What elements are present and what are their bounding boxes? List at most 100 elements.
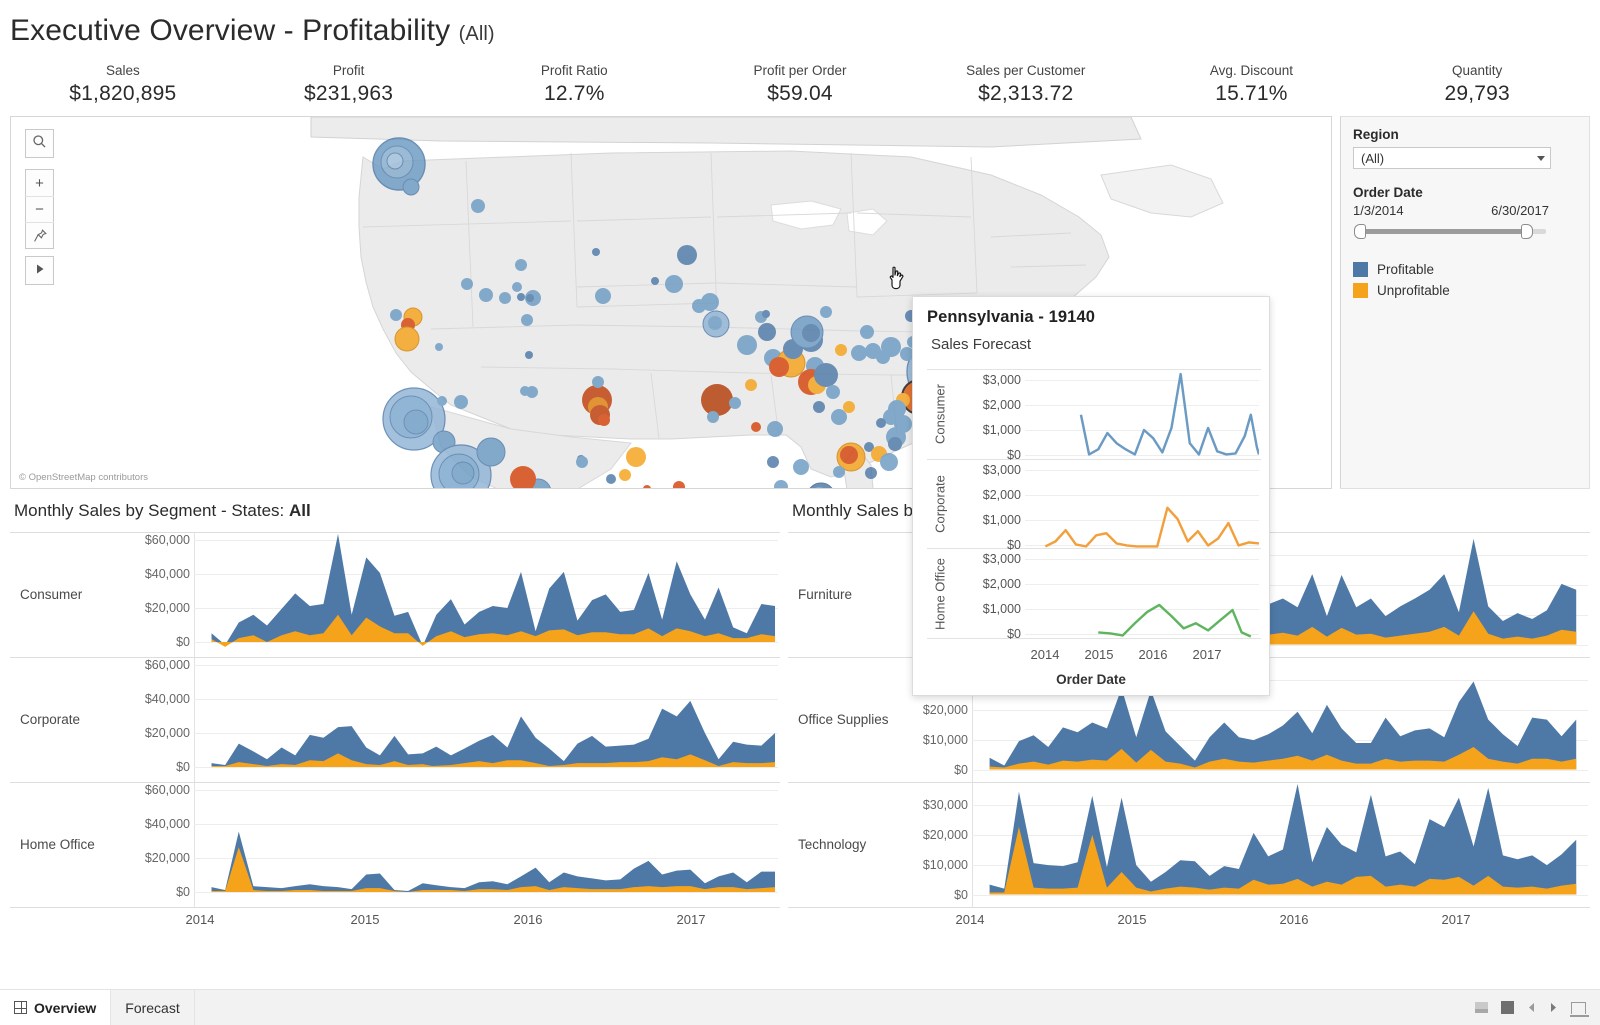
y-tick: $60,000: [144, 657, 190, 672]
tooltip-row-label-wrap: Corporate: [927, 460, 953, 549]
legend-label: Unprofitable: [1377, 283, 1450, 298]
slider-handle-end[interactable]: [1521, 224, 1533, 239]
region-filter-select[interactable]: (All): [1353, 147, 1551, 169]
x-tick: 2016: [1138, 647, 1168, 662]
y-tick: $1,000: [982, 512, 1021, 527]
kpi-profit-per-order: Profit per Order $59.04: [687, 62, 913, 114]
sheet-icon[interactable]: [1501, 1001, 1514, 1014]
zoom-in-button[interactable]: +: [25, 170, 54, 196]
plot-area[interactable]: $60,000 $40,000 $20,000 $0: [130, 782, 780, 907]
pin-icon[interactable]: [25, 222, 54, 248]
y-tick: $2,000: [982, 487, 1021, 502]
row-label: Home Office: [20, 836, 95, 852]
y-tick: $0: [176, 884, 190, 899]
plot-area[interactable]: $60,000 $40,000 $20,000 $0: [130, 533, 780, 657]
presentation-icon[interactable]: [1570, 1001, 1589, 1017]
y-tick: $40,000: [144, 691, 190, 706]
kpi-profit-ratio: Profit Ratio 12.7%: [461, 62, 687, 114]
kpi-label: Avg. Discount: [1209, 63, 1293, 78]
tooltip-row-label: Home Office: [932, 557, 948, 630]
legend-item-unprofitable[interactable]: Unprofitable: [1353, 280, 1577, 301]
chart-row-home-office: Home Office $60,000 $40,000 $20,000 $0: [10, 782, 780, 908]
map-zoom-controls[interactable]: + −: [25, 169, 54, 249]
row-label: Office Supplies: [798, 711, 889, 727]
page-title-main: Executive Overview - Profitability: [10, 14, 451, 47]
kpi-label: Profit Ratio: [540, 63, 608, 78]
plot-area[interactable]: $60,000 $40,000 $20,000 $0: [130, 657, 780, 782]
tab-bar-filler: [194, 990, 1461, 1025]
chart-panel-segment: Monthly Sales by Segment - States: All C…: [10, 498, 780, 938]
chart-row-corporate: Corporate $60,000 $40,000 $20,000 $0: [10, 657, 780, 783]
y-tick: $20,000: [144, 725, 190, 740]
worksheet-tab-bar: Overview Forecast: [0, 989, 1600, 1025]
date-end-value: 6/30/2017: [1491, 203, 1549, 218]
chevron-down-icon: [1537, 155, 1545, 161]
slider-fill: [1360, 229, 1528, 234]
page-title-suffix: (All): [458, 23, 495, 45]
chart-right-title-prefix: Monthly Sales b: [792, 501, 913, 520]
tab-label: Overview: [34, 999, 97, 1016]
filmstrip-icon[interactable]: [1475, 1002, 1488, 1013]
map-play-button[interactable]: [25, 256, 54, 285]
tooltip-plot: $3,000 $2,000 $1,000 $0: [953, 370, 1261, 462]
order-date-slider[interactable]: [1353, 223, 1549, 239]
y-tick: $3,000: [982, 462, 1021, 477]
y-tick: $3,000: [982, 552, 1021, 567]
chart-left-title-prefix: Monthly Sales by Segment - States:: [14, 501, 285, 520]
x-tick: 2015: [1084, 647, 1114, 662]
y-tick: $0: [954, 887, 968, 902]
line-chart-home-office: [1098, 604, 1252, 638]
tooltip-plot: $3,000 $2,000 $1,000 $0: [953, 460, 1261, 552]
tooltip-x-axis: 2014 2015 2016 2017: [999, 647, 1261, 665]
x-tick: 2017: [1441, 912, 1471, 927]
kpi-profit: Profit $231,963: [236, 62, 462, 114]
tooltip-title: Pennsylvania - 19140: [927, 308, 1096, 326]
x-tick: 2014: [1030, 647, 1060, 662]
tab-overview[interactable]: Overview: [0, 990, 111, 1025]
tooltip-row-home-office: Home Office $3,000 $2,000 $1,000 $0: [927, 549, 1261, 642]
area-chart: [211, 533, 776, 647]
chart-left-title-value: All: [288, 501, 311, 520]
x-tick: 2017: [676, 912, 706, 927]
plot-area[interactable]: $30,000 $20,000 $10,000 $0: [908, 782, 1590, 907]
area-chart: [211, 700, 776, 767]
legend-label: Profitable: [1377, 262, 1435, 277]
tooltip-row-corporate: Corporate $3,000 $2,000 $1,000 $0: [927, 460, 1261, 552]
area-chart: [211, 831, 776, 892]
y-tick: $10,000: [922, 732, 968, 747]
chart-left-x-axis: 2014 2015 2016 2017: [10, 912, 780, 934]
kpi-value: $59.04: [767, 82, 833, 105]
legend-swatch: [1353, 283, 1368, 298]
kpi-label: Quantity: [1452, 63, 1503, 78]
kpi-label: Profit: [332, 63, 365, 78]
kpi-value: $2,313.72: [978, 82, 1074, 105]
y-tick: $0: [176, 759, 190, 774]
kpi-quantity: Quantity 29,793: [1364, 62, 1590, 114]
y-tick: $0: [1007, 627, 1021, 642]
y-tick: $0: [176, 635, 190, 649]
y-tick: $40,000: [144, 816, 190, 831]
tooltip-y-axis: $3,000 $2,000 $1,000 $0: [953, 549, 1025, 642]
x-tick: 2016: [1279, 912, 1309, 927]
map-search-button[interactable]: [25, 129, 54, 158]
tooltip-rows: Consumer $3,000 $2,000 $1,000 $0 Corpora…: [927, 369, 1261, 642]
y-tick: $20,000: [144, 850, 190, 865]
area-chart: [989, 783, 1577, 895]
row-label: Furniture: [798, 586, 853, 602]
zoom-out-button[interactable]: −: [25, 196, 54, 222]
legend-item-profitable[interactable]: Profitable: [1353, 259, 1577, 280]
region-filter-value: (All): [1361, 150, 1385, 166]
chart-right-x-axis: 2014 2015 2016 2017: [788, 912, 1590, 934]
slider-handle-start[interactable]: [1354, 224, 1366, 239]
row-label: Consumer: [20, 586, 83, 602]
prev-icon[interactable]: [1527, 1002, 1536, 1013]
chart-row-technology: Technology $30,000 $20,000 $10,000 $0: [788, 782, 1590, 908]
profit-legend: Profitable Unprofitable: [1353, 259, 1577, 301]
tab-forecast[interactable]: Forecast: [110, 990, 195, 1025]
y-tick: $0: [954, 762, 968, 777]
tooltip-x-axis-label: Order Date: [1056, 672, 1126, 687]
kpi-value: $231,963: [303, 82, 394, 105]
line-chart-consumer: [1079, 372, 1259, 456]
next-icon[interactable]: [1549, 1002, 1558, 1013]
mouse-cursor-icon: [884, 266, 910, 292]
